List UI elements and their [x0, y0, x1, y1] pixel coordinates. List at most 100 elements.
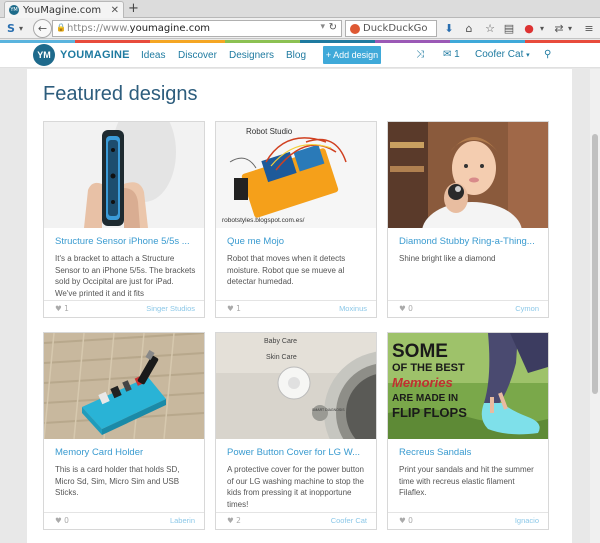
user-name: Coofer Cat — [475, 49, 524, 60]
adblock-icon[interactable]: ● — [523, 21, 535, 36]
likes[interactable]: ♥ 0 — [399, 516, 413, 525]
design-author[interactable]: Moxinus — [339, 304, 367, 313]
design-description: It's a bracket to attach a Structure Sen… — [55, 254, 196, 298]
messages-button[interactable]: ✉ 1 — [443, 49, 460, 60]
design-image[interactable] — [44, 122, 204, 228]
url-host: youmagine.com — [129, 23, 211, 34]
download-icon[interactable]: ⬇ — [443, 21, 455, 36]
design-author[interactable]: Ignacio — [515, 516, 539, 525]
design-author[interactable]: Coofer Cat — [331, 516, 367, 525]
heart-icon: ♥ — [399, 304, 406, 313]
nav-discover[interactable]: Discover — [178, 50, 217, 61]
card-footer: ♥ 0 Ignacio — [388, 512, 548, 529]
design-image[interactable] — [44, 333, 204, 439]
baby-care-label: Baby Care — [264, 338, 297, 345]
card-footer: ♥ 2 Coofer Cat — [216, 512, 376, 529]
design-card[interactable]: Baby Care Skin Care SMART DIAGNOSIS Powe… — [215, 332, 377, 530]
design-image[interactable]: Robot Studio robotstyles.blogspot.com.es… — [216, 122, 376, 228]
likes[interactable]: ♥ 0 — [55, 516, 69, 525]
adblock-dropdown-icon[interactable]: ▾ — [538, 21, 546, 36]
design-author[interactable]: Cymon — [515, 304, 539, 313]
page-scrollbar[interactable] — [590, 69, 600, 543]
nav-designers[interactable]: Designers — [229, 50, 274, 61]
design-author[interactable]: Singer Studios — [146, 304, 195, 313]
design-author[interactable]: Laberin — [170, 516, 195, 525]
back-button[interactable]: ← — [33, 19, 52, 38]
envelope-icon: ✉ — [443, 49, 452, 60]
tab-close-icon[interactable]: ✕ — [111, 5, 119, 16]
heart-icon: ♥ — [227, 516, 234, 525]
design-title[interactable]: Diamond Stubby Ring-a-Thing... — [399, 236, 541, 247]
design-image[interactable] — [388, 122, 548, 228]
url-protocol: https://www. — [67, 23, 130, 34]
design-title[interactable]: Que me Mojo — [227, 236, 369, 247]
new-tab-icon[interactable]: + — [128, 2, 139, 16]
design-title[interactable]: Memory Card Holder — [55, 447, 197, 458]
shuffle-icon[interactable]: ⤨ — [416, 49, 424, 60]
likes[interactable]: ♥ 1 — [55, 304, 69, 313]
main-content: Featured designs Structure Sensor iPhone… — [27, 69, 572, 543]
nav-ideas[interactable]: Ideas — [141, 50, 165, 61]
add-design-button[interactable]: + Add design — [323, 46, 381, 64]
flipflop-line-2: OF THE BEST — [392, 362, 465, 374]
likes-count: 1 — [64, 304, 69, 313]
likes[interactable]: ♥ 1 — [227, 304, 241, 313]
home-icon[interactable]: ⌂ — [463, 21, 475, 36]
smart-diagnosis-label: SMART DIAGNOSIS — [312, 408, 345, 412]
flipflop-line-3: Memories — [392, 375, 453, 390]
design-image[interactable]: SOME OF THE BEST Memories ARE MADE IN FL… — [388, 333, 548, 439]
search-icon[interactable]: ⚲ — [544, 49, 551, 60]
likes[interactable]: ♥ 0 — [399, 304, 413, 313]
user-menu[interactable]: Coofer Cat ▾ — [475, 49, 530, 60]
translate-dropdown-icon[interactable]: ▾ — [566, 21, 574, 36]
likes-count: 1 — [236, 304, 241, 313]
design-description: Print your sandals and hit the summer ti… — [399, 465, 534, 497]
browser-tab[interactable]: YM YouMagine.com ✕ — [4, 1, 124, 18]
design-card[interactable]: Structure Sensor iPhone 5/5s ... It's a … — [43, 121, 205, 318]
design-title[interactable]: Recreus Sandals — [399, 447, 541, 458]
design-description: This is a card holder that holds SD, Mic… — [55, 465, 180, 497]
site-logo-text[interactable]: YOUMAGINE — [60, 49, 130, 61]
search-engine-label: DuckDuckGo — [363, 23, 428, 34]
reload-icon[interactable]: ↻ — [329, 22, 337, 33]
design-image[interactable]: Baby Care Skin Care SMART DIAGNOSIS — [216, 333, 376, 439]
robot-url-label: robotstyles.blogspot.com.es/ — [222, 217, 305, 224]
youmagine-logo-icon[interactable]: YM — [33, 44, 55, 66]
card-footer: ♥ 1 Singer Studios — [44, 300, 204, 317]
design-card[interactable]: Diamond Stubby Ring-a-Thing... Shine bri… — [387, 121, 549, 318]
likes-count: 0 — [408, 516, 413, 525]
design-card[interactable]: SOME OF THE BEST Memories ARE MADE IN FL… — [387, 332, 549, 530]
card-footer: ♥ 0 Laberin — [44, 512, 204, 529]
clipboard-icon[interactable]: ▤ — [503, 21, 515, 36]
bookmark-star-icon[interactable]: ☆ — [484, 21, 496, 36]
site-header: YM YOUMAGINE Ideas Discover Designers Bl… — [0, 43, 600, 68]
lock-icon: 🔒 — [56, 23, 66, 32]
likes-count: 2 — [236, 516, 241, 525]
design-title[interactable]: Power Button Cover for LG W... — [227, 447, 369, 458]
likes-count: 0 — [64, 516, 69, 525]
likes[interactable]: ♥ 2 — [227, 516, 241, 525]
design-description: Shine bright like a diamond — [399, 254, 496, 263]
design-card[interactable]: Memory Card Holder This is a card holder… — [43, 332, 205, 530]
browser-tab-bar: YM YouMagine.com ✕ + — [0, 0, 600, 18]
flipflop-line-5: FLIP FLOPS — [392, 405, 467, 420]
robot-studio-label: Robot Studio — [246, 127, 293, 136]
design-title[interactable]: Structure Sensor iPhone 5/5s ... — [55, 236, 197, 247]
scroll-thumb[interactable] — [592, 134, 598, 394]
address-bar[interactable]: 🔒 https://www. youmagine.com ▾ ↻ — [52, 20, 342, 37]
nav-blog[interactable]: Blog — [286, 50, 306, 61]
skin-care-label: Skin Care — [266, 354, 297, 361]
url-dropdown-icon[interactable]: ▾ — [320, 22, 325, 32]
tab-title: YouMagine.com — [23, 4, 102, 16]
translate-icon[interactable]: ⇄ — [553, 21, 565, 36]
search-bar[interactable]: DuckDuckGo — [345, 20, 437, 37]
browser-navigation-bar: S ▾ ← 🔒 https://www. youmagine.com ▾ ↻ Du… — [0, 18, 600, 39]
design-card[interactable]: Robot Studio robotstyles.blogspot.com.es… — [215, 121, 377, 318]
heart-icon: ♥ — [55, 304, 62, 313]
menu-icon[interactable]: ≡ — [583, 21, 595, 36]
dropdown-arrow-icon[interactable]: ▾ — [16, 21, 26, 36]
heart-icon: ♥ — [227, 304, 234, 313]
card-footer: ♥ 0 Cymon — [388, 300, 548, 317]
likes-count: 0 — [408, 304, 413, 313]
caret-down-icon: ▾ — [526, 52, 530, 59]
